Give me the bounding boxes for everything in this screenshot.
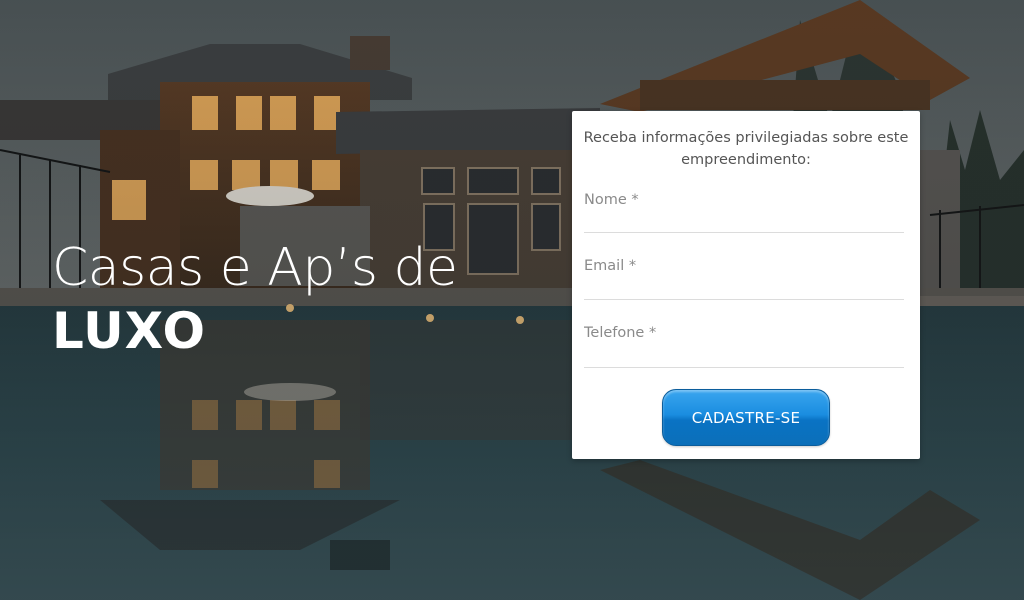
hero-title-line2: LUXO: [52, 302, 206, 360]
name-field[interactable]: [584, 187, 904, 233]
phone-field[interactable]: [584, 319, 904, 368]
signup-form: Receba informações privilegiadas sobre e…: [572, 111, 920, 459]
hero-title: Casas e Ap’s de LUXO: [52, 236, 458, 362]
email-field[interactable]: [584, 252, 904, 300]
signup-button[interactable]: CADASTRE-SE: [662, 389, 830, 446]
hero-title-line1: Casas e Ap’s de: [52, 238, 458, 298]
landing-page: Casas e Ap’s de LUXO Receba informações …: [0, 0, 1024, 600]
form-heading: Receba informações privilegiadas sobre e…: [583, 130, 909, 168]
